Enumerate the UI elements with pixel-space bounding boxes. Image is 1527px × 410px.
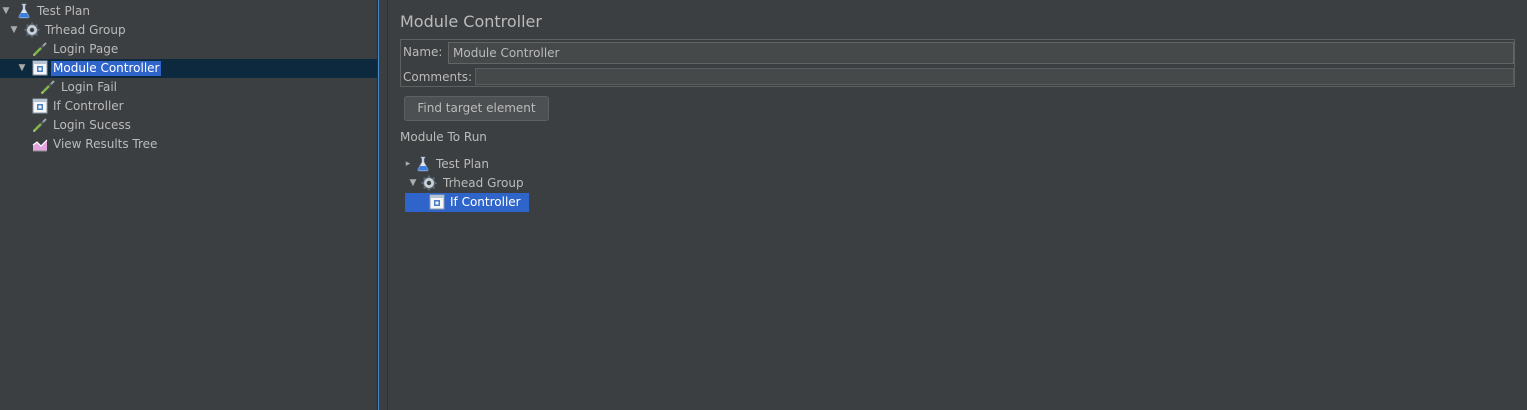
gear-icon: [24, 22, 40, 38]
comments-field[interactable]: [475, 68, 1514, 85]
module-tree-label: Test Plan: [436, 157, 489, 171]
tree-item-label: Login Sucess: [53, 118, 131, 132]
collapse-arrow-icon[interactable]: ▼: [17, 63, 27, 73]
controller-icon: [429, 194, 445, 210]
module-tree-item-thread-group[interactable]: ▼ Trhead Group: [408, 174, 608, 193]
gear-icon: [421, 175, 437, 191]
name-comments-group: Name: Module Controller Comments:: [400, 39, 1515, 87]
pipette-icon: [32, 117, 48, 133]
collapse-arrow-icon[interactable]: ▼: [9, 25, 19, 35]
module-tree-item-test-plan[interactable]: ▸ Test Plan: [403, 155, 603, 174]
flask-icon: [415, 156, 431, 172]
chart-icon: [32, 136, 48, 152]
find-target-element-button[interactable]: Find target element: [404, 96, 549, 121]
tree-item-test-plan[interactable]: ▼ Test Plan: [0, 2, 377, 21]
tree-item-if-controller[interactable]: If Controller: [0, 97, 377, 116]
module-tree-label: Trhead Group: [443, 176, 524, 190]
comments-label: Comments:: [403, 70, 473, 84]
tree-item-thread-group[interactable]: ▼ Trhead Group: [0, 21, 377, 40]
controller-icon: [32, 60, 48, 76]
collapse-arrow-icon[interactable]: ▼: [408, 178, 418, 188]
test-plan-tree[interactable]: ▼ Test Plan ▼ Trhead Group Login Page ▼ …: [0, 0, 378, 410]
module-tree-item-if-controller[interactable]: If Controller: [427, 193, 537, 212]
tree-item-module-controller[interactable]: ▼ Module Controller: [0, 59, 377, 78]
module-controller-panel: Module Controller Name: Module Controlle…: [389, 0, 1527, 410]
expand-arrow-icon[interactable]: ▸: [403, 159, 413, 169]
tree-item-login-sucess[interactable]: Login Sucess: [0, 116, 377, 135]
page-title: Module Controller: [400, 12, 542, 31]
name-field[interactable]: Module Controller: [448, 42, 1514, 64]
pipette-icon: [40, 79, 56, 95]
tree-item-label: Test Plan: [37, 4, 90, 18]
module-tree-label: If Controller: [450, 195, 521, 209]
collapse-arrow-icon[interactable]: ▼: [1, 6, 11, 16]
flask-icon: [16, 3, 32, 19]
tree-item-label: View Results Tree: [53, 137, 158, 151]
pipette-icon: [32, 41, 48, 57]
tree-item-label: Login Fail: [61, 80, 118, 94]
tree-item-label: Module Controller: [51, 61, 162, 76]
controller-icon: [32, 98, 48, 114]
tree-item-label: If Controller: [53, 99, 124, 113]
tree-item-label: Trhead Group: [45, 23, 126, 37]
split-pane-divider[interactable]: [379, 0, 388, 410]
name-label: Name:: [403, 45, 443, 59]
tree-item-login-page[interactable]: Login Page: [0, 40, 377, 59]
tree-item-login-fail[interactable]: Login Fail: [0, 78, 377, 97]
module-to-run-label: Module To Run: [400, 130, 487, 144]
tree-item-view-results-tree[interactable]: View Results Tree: [0, 135, 377, 154]
tree-item-label: Login Page: [53, 42, 119, 56]
